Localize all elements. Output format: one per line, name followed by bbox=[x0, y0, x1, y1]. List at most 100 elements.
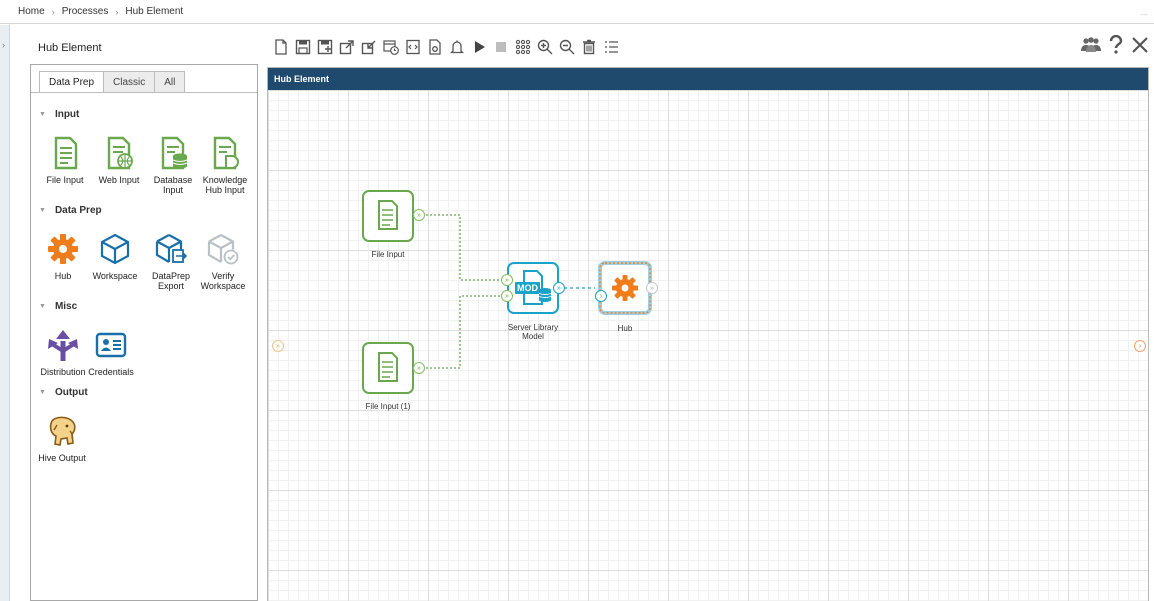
tool-workspace-label: Workspace bbox=[92, 271, 138, 281]
node-label-file-input-1: File Input (1) bbox=[365, 402, 411, 411]
settings-doc-icon[interactable] bbox=[426, 37, 444, 57]
node-label-server-library-model: Server Library Model bbox=[507, 323, 559, 341]
tool-hub[interactable]: Hub bbox=[35, 229, 91, 281]
canvas-left-port[interactable]: » bbox=[272, 340, 284, 352]
collapse-caret-icon: ▼ bbox=[39, 389, 46, 396]
tool-verify-workspace[interactable]: Verify Workspace bbox=[195, 229, 251, 291]
section-misc[interactable]: ▼ Misc bbox=[39, 301, 77, 312]
node-file-input-1 bbox=[362, 342, 414, 394]
zoom-in-icon[interactable] bbox=[536, 37, 554, 57]
knowledge-hub-input-icon bbox=[205, 133, 245, 173]
breadcrumb-separator-icon: › bbox=[51, 6, 55, 17]
run-icon[interactable] bbox=[470, 37, 488, 57]
canvas-right-port[interactable]: › bbox=[1134, 340, 1146, 352]
grid-icon[interactable] bbox=[514, 37, 532, 57]
save-icon[interactable] bbox=[294, 37, 312, 57]
notification-bell-icon[interactable] bbox=[448, 37, 466, 57]
tool-dataprep-export-label: DataPrep Export bbox=[151, 271, 191, 291]
output-port-file-input-1[interactable]: » bbox=[413, 362, 425, 374]
database-input-icon bbox=[153, 133, 193, 173]
collapse-caret-icon: ▼ bbox=[39, 303, 46, 310]
tool-knowledge-hub-input[interactable]: Knowledge Hub Input bbox=[197, 133, 253, 195]
breadcrumb-current: Hub Element bbox=[125, 6, 184, 17]
process-canvas[interactable]: Hub Element MOD » » » » » › » » › File I… bbox=[267, 67, 1149, 601]
delete-icon[interactable] bbox=[580, 37, 598, 57]
credentials-card-icon bbox=[91, 325, 131, 365]
tool-workspace[interactable]: Workspace bbox=[87, 229, 143, 281]
list-icon[interactable] bbox=[602, 37, 620, 57]
tab-divider bbox=[31, 92, 257, 93]
input-port-hub[interactable]: › bbox=[595, 290, 607, 302]
tool-credentials[interactable]: Credentials bbox=[83, 325, 139, 377]
node-file-input bbox=[362, 190, 414, 242]
breadcrumb-home[interactable]: Home bbox=[18, 6, 45, 17]
tool-verify-workspace-label: Verify Workspace bbox=[200, 271, 246, 291]
output-port-model[interactable]: » bbox=[553, 282, 565, 294]
expand-chevron-icon[interactable]: › bbox=[2, 40, 5, 50]
web-input-icon bbox=[99, 133, 139, 173]
toolbar bbox=[272, 36, 620, 58]
tab-data-prep[interactable]: Data Prep bbox=[39, 71, 105, 93]
tool-web-input[interactable]: Web Input bbox=[91, 133, 147, 185]
tool-credentials-label: Credentials bbox=[88, 367, 134, 377]
zoom-out-icon[interactable] bbox=[558, 37, 576, 57]
tool-hive-output[interactable]: Hive Output bbox=[33, 411, 91, 463]
verify-workspace-icon bbox=[203, 229, 243, 269]
mod-badge: MOD bbox=[517, 283, 538, 293]
output-port-file-input[interactable]: » bbox=[413, 209, 425, 221]
distribution-icon bbox=[43, 325, 83, 365]
section-output-label: Output bbox=[54, 387, 88, 398]
section-input[interactable]: ▼ Input bbox=[39, 109, 79, 120]
tool-knowledge-hub-input-label: Knowledge Hub Input bbox=[202, 175, 248, 195]
tab-classic[interactable]: Classic bbox=[103, 71, 156, 93]
node-hub bbox=[598, 261, 652, 315]
users-icon[interactable] bbox=[1080, 35, 1102, 55]
dataprep-export-icon bbox=[151, 229, 191, 269]
breadcrumb: Home › Processes › Hub Element ... bbox=[0, 0, 1154, 24]
code-icon[interactable] bbox=[404, 37, 422, 57]
file-input-icon bbox=[45, 133, 85, 173]
section-misc-label: Misc bbox=[54, 301, 78, 312]
palette-tabs: Data Prep Classic All bbox=[39, 71, 186, 93]
tool-database-input[interactable]: Database Input bbox=[145, 133, 201, 195]
close-icon[interactable] bbox=[1130, 35, 1150, 55]
hive-elephant-icon bbox=[42, 411, 82, 451]
node-label-hub: Hub bbox=[617, 324, 633, 333]
tool-dataprep-export[interactable]: DataPrep Export bbox=[143, 229, 199, 291]
schedule-icon[interactable] bbox=[382, 37, 400, 57]
breadcrumb-processes[interactable]: Processes bbox=[62, 6, 109, 17]
right-toolbar bbox=[1080, 35, 1150, 55]
connector-file-input-1-to-model bbox=[426, 295, 506, 369]
section-input-label: Input bbox=[54, 109, 80, 120]
new-icon[interactable] bbox=[272, 37, 290, 57]
tool-hive-output-label: Hive Output bbox=[38, 453, 86, 463]
node-label-file-input: File Input bbox=[371, 250, 405, 259]
input-port-model-2[interactable]: » bbox=[501, 290, 513, 302]
collapse-caret-icon: ▼ bbox=[39, 207, 46, 214]
help-icon[interactable] bbox=[1108, 35, 1124, 55]
hub-gear-icon bbox=[43, 229, 83, 269]
output-port-hub[interactable]: » bbox=[646, 282, 658, 294]
tool-palette: Data Prep Classic All ▼ Input File Input… bbox=[30, 64, 258, 601]
breadcrumb-separator-icon: › bbox=[115, 6, 119, 17]
tool-database-input-label: Database Input bbox=[153, 175, 193, 195]
workspace-cube-icon bbox=[95, 229, 135, 269]
collapse-caret-icon: ▼ bbox=[39, 111, 46, 118]
export-icon[interactable] bbox=[338, 37, 356, 57]
stop-icon[interactable] bbox=[492, 37, 510, 57]
section-data-prep[interactable]: ▼ Data Prep bbox=[39, 205, 102, 216]
collapsed-sidebar[interactable]: › bbox=[0, 25, 10, 601]
tab-all[interactable]: All bbox=[154, 71, 186, 93]
input-port-model-1[interactable]: » bbox=[501, 274, 513, 286]
tool-hub-label: Hub bbox=[54, 271, 72, 281]
tool-web-input-label: Web Input bbox=[98, 175, 140, 185]
connector-file-input-to-model bbox=[426, 214, 506, 281]
canvas-connections bbox=[362, 190, 652, 394]
process-title: Hub Element bbox=[38, 42, 102, 54]
section-output[interactable]: ▼ Output bbox=[39, 387, 88, 398]
more-menu-icon[interactable]: ... bbox=[1140, 7, 1148, 17]
section-data-prep-label: Data Prep bbox=[54, 205, 102, 216]
tool-file-input[interactable]: File Input bbox=[37, 133, 93, 185]
import-icon[interactable] bbox=[360, 37, 378, 57]
save-as-icon[interactable] bbox=[316, 37, 334, 57]
